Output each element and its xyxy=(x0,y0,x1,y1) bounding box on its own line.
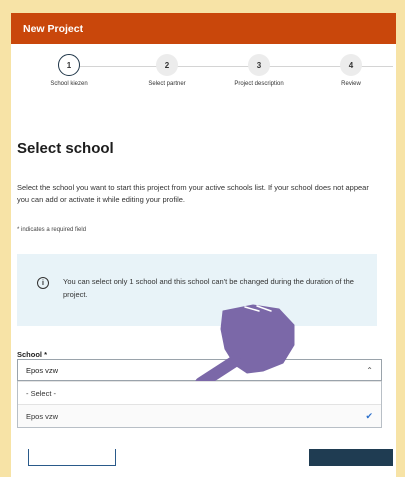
step-1[interactable]: 1 School kiezen xyxy=(24,54,114,87)
check-icon: ✔ xyxy=(365,410,373,421)
next-button[interactable] xyxy=(309,449,393,466)
school-option-label: - Select - xyxy=(26,388,57,398)
required-note: * indicates a required field xyxy=(17,227,87,233)
back-button[interactable] xyxy=(28,449,116,466)
school-option[interactable]: - Select - xyxy=(18,381,381,404)
step-4-circle: 4 xyxy=(340,54,362,76)
step-3-label: Project description xyxy=(234,81,284,87)
step-3-circle: 3 xyxy=(248,54,270,76)
page-title: Select school xyxy=(17,140,114,157)
step-2[interactable]: 2 Select partner xyxy=(122,54,212,87)
pointing-hand-icon xyxy=(195,304,295,389)
school-field-label: School * xyxy=(17,350,48,359)
chevron-up-icon[interactable]: ⌃ xyxy=(366,366,373,375)
step-2-label: Select partner xyxy=(148,81,186,87)
step-3[interactable]: 3 Project description xyxy=(214,54,304,87)
header-title: New Project xyxy=(23,22,84,35)
step-2-circle: 2 xyxy=(156,54,178,76)
info-icon: i xyxy=(37,277,49,289)
info-text: You can select only 1 school and this sc… xyxy=(63,277,354,299)
school-option[interactable]: Epos vzw ✔ xyxy=(18,404,381,427)
header-bar: New Project xyxy=(11,13,396,44)
intro-text: Select the school you want to start this… xyxy=(17,183,369,204)
step-1-circle: 1 xyxy=(58,54,80,76)
progress-stepper: 1 School kiezen 2 Select partner 3 Proje… xyxy=(11,44,396,102)
step-4-label: Review xyxy=(341,81,361,87)
school-option-label: Epos vzw xyxy=(26,411,59,421)
school-dropdown-list: - Select - Epos vzw ✔ xyxy=(17,381,382,428)
step-4[interactable]: 4 Review xyxy=(306,54,396,87)
step-1-label: School kiezen xyxy=(50,81,88,87)
